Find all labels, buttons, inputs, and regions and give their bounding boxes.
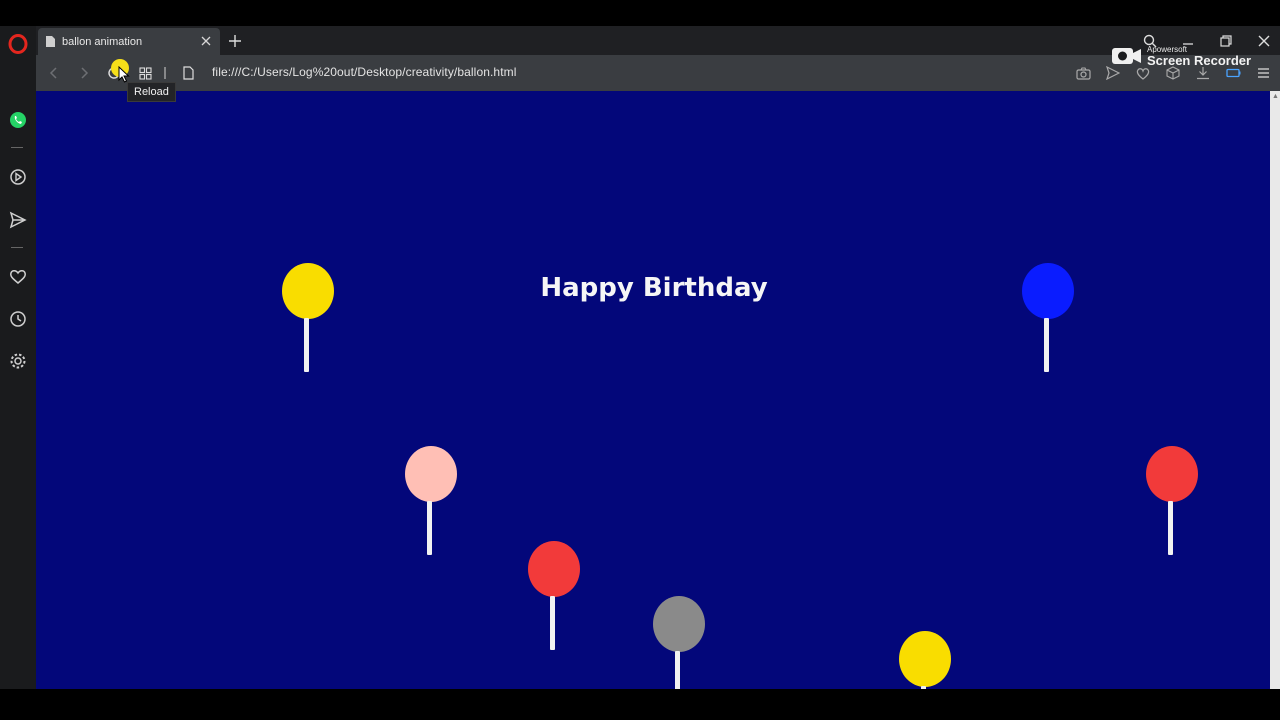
vertical-scrollbar[interactable] xyxy=(1270,91,1280,689)
sidebar xyxy=(0,26,37,690)
snapshot-icon[interactable] xyxy=(1074,64,1092,82)
balloon-pink xyxy=(405,446,457,556)
tab-title: ballon animation xyxy=(62,35,143,48)
balloon-blue xyxy=(1022,263,1074,373)
balloon-body xyxy=(282,263,334,319)
toolbar-divider xyxy=(155,63,175,83)
back-icon[interactable] xyxy=(44,63,64,83)
history-icon[interactable] xyxy=(6,307,30,331)
balloon-body xyxy=(528,541,580,597)
balloon-string xyxy=(550,596,555,650)
whatsapp-icon[interactable] xyxy=(6,108,30,132)
balloon-body xyxy=(1146,446,1198,502)
tab-ballon-animation[interactable]: ballon animation xyxy=(38,28,220,55)
heart-icon[interactable] xyxy=(6,265,30,289)
recorder-watermark: Apowersoft Screen Recorder xyxy=(1111,43,1271,69)
balloon-string xyxy=(1044,318,1049,372)
page-info-icon[interactable] xyxy=(178,63,198,83)
forward-icon[interactable] xyxy=(74,63,94,83)
balloon-string xyxy=(1168,501,1173,555)
sidebar-divider xyxy=(11,147,23,148)
sidebar-divider xyxy=(11,247,23,248)
balloon-body xyxy=(1022,263,1074,319)
balloon-gray xyxy=(653,596,705,689)
page-icon xyxy=(46,36,55,47)
page-viewport: Happy Birthday xyxy=(36,91,1270,689)
new-tab-icon[interactable] xyxy=(226,32,244,50)
balloon-string xyxy=(427,501,432,555)
tab-bar: ballon animation xyxy=(36,26,1280,55)
scroll-up-arrow-icon[interactable]: ▲ xyxy=(1272,93,1279,100)
balloon-body xyxy=(899,631,951,687)
balloon-yellow-bottom xyxy=(899,631,951,689)
balloon-red-middle xyxy=(528,541,580,651)
balloon-red-right xyxy=(1146,446,1198,556)
mouse-cursor-icon xyxy=(118,66,130,83)
balloon-body xyxy=(405,446,457,502)
navigation-toolbar: file:///C:/Users/Log%20out/Desktop/creat… xyxy=(36,55,1280,91)
reload-tooltip: Reload xyxy=(127,82,176,102)
balloon-body xyxy=(653,596,705,652)
settings-icon[interactable] xyxy=(6,349,30,373)
balloon-yellow-left xyxy=(282,263,334,373)
address-bar[interactable]: file:///C:/Users/Log%20out/Desktop/creat… xyxy=(212,65,517,79)
letterbox-bottom xyxy=(0,689,1280,720)
watermark-title: Screen Recorder xyxy=(1147,52,1252,68)
video-camera-icon xyxy=(1112,48,1141,64)
speed-dial-icon[interactable] xyxy=(135,63,155,83)
close-tab-icon[interactable] xyxy=(198,33,214,49)
balloon-string xyxy=(304,318,309,372)
send-icon[interactable] xyxy=(6,208,30,232)
player-icon[interactable] xyxy=(6,165,30,189)
opera-logo-icon[interactable] xyxy=(6,32,30,56)
page-headline: Happy Birthday xyxy=(540,273,768,303)
balloon-string xyxy=(675,651,680,689)
